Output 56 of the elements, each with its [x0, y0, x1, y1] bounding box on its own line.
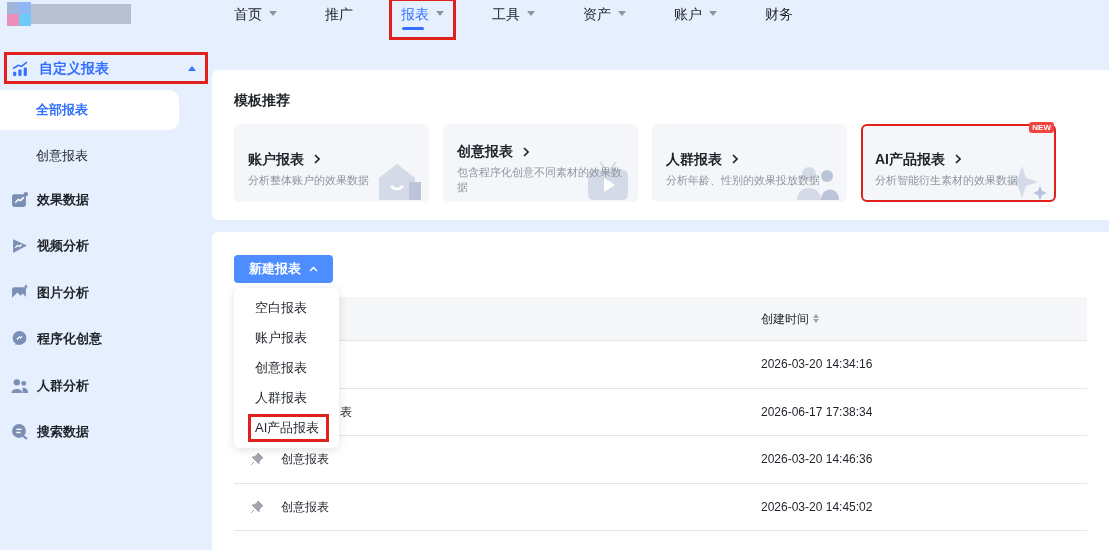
report-name: 创意报表: [281, 498, 329, 516]
created-time: 2026-03-20 14:34:16: [761, 356, 873, 374]
nav-tab[interactable]: 首页: [224, 0, 287, 38]
report-name: 创意报表: [281, 451, 329, 469]
template-card[interactable]: 创意报表 包含程序化创意不同素材的效果数据: [443, 124, 638, 202]
people-icon: [11, 376, 28, 394]
sidebar-item[interactable]: 人群分析: [0, 362, 212, 409]
template-card[interactable]: 人群报表 分析年龄、性别的效果投放数据: [652, 124, 847, 202]
sidebar-item[interactable]: 搜索数据: [0, 408, 212, 455]
menu-item[interactable]: 人群报表: [248, 384, 325, 412]
sort-icon: [813, 314, 819, 323]
nav-tab[interactable]: 资产: [573, 0, 636, 38]
search-icon: [11, 423, 28, 441]
report-name: 表: [340, 403, 352, 421]
caret-icon: [527, 11, 535, 16]
menu-item[interactable]: AI产品报表: [248, 414, 329, 442]
image-icon: [11, 283, 28, 301]
caret-icon: [436, 11, 444, 16]
nav-tab[interactable]: 账户: [664, 0, 727, 38]
caret-icon: [709, 11, 717, 16]
created-time: 2026-06-17 17:38:34: [761, 403, 873, 421]
column-header[interactable]: 创建时间: [761, 309, 819, 328]
chat-bubble-icon: [11, 330, 28, 348]
chevron-icon: [955, 154, 961, 164]
play-icon: [11, 237, 28, 255]
pin-icon[interactable]: [251, 453, 263, 466]
sidebar-item[interactable]: 视频分析: [0, 222, 212, 269]
section-title: 模板推荐: [234, 91, 291, 110]
sidebar-item[interactable]: 效果数据: [0, 176, 212, 223]
chevron-icon: [523, 146, 529, 157]
sidebar-item[interactable]: 程序化创意: [0, 315, 212, 362]
menu-item[interactable]: 空白报表: [248, 294, 325, 322]
menu-item[interactable]: 创意报表: [248, 354, 325, 382]
trend-icon: [11, 190, 28, 208]
created-time: 2026-03-20 14:46:36: [761, 451, 873, 469]
created-time: 2026-03-20 14:45:02: [761, 498, 873, 516]
menu-item[interactable]: 账户报表: [248, 324, 325, 352]
sidebar-subitem[interactable]: 全部报表: [0, 90, 179, 130]
nav-tab[interactable]: 推广: [315, 0, 363, 38]
sidebar-subitem[interactable]: 创意报表: [0, 136, 179, 176]
bar-chart-icon: [12, 59, 29, 77]
nav-tab[interactable]: 财务: [755, 0, 803, 38]
new-badge: NEW: [1029, 122, 1054, 133]
active-tab-indicator: [402, 27, 424, 30]
sidebar-group-header[interactable]: 自定义报表: [4, 52, 208, 84]
chevron-icon: [314, 154, 320, 164]
template-card[interactable]: 账户报表 分析整体账户的效果数据: [234, 124, 429, 202]
nav-tab[interactable]: 工具: [482, 0, 545, 38]
sidebar-item[interactable]: 图片分析: [0, 269, 212, 316]
caret-icon: [188, 65, 196, 71]
pin-icon[interactable]: [251, 500, 263, 513]
caret-icon: [618, 11, 626, 16]
caret-icon: [269, 11, 277, 16]
chevron-icon: [309, 266, 318, 272]
chevron-icon: [732, 154, 738, 164]
nav-tab[interactable]: 报表: [391, 0, 454, 38]
